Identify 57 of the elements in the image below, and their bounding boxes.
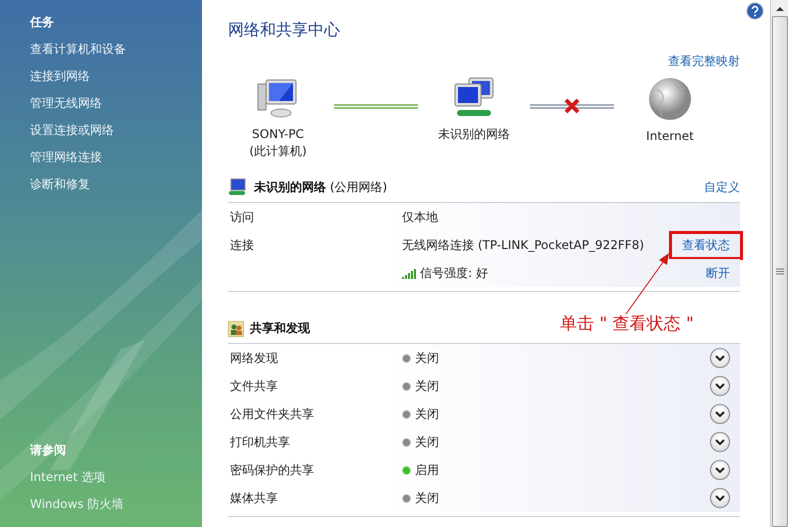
setting-value: 关闭 bbox=[415, 406, 439, 422]
customize-link[interactable]: 自定义 bbox=[704, 178, 740, 196]
expand-button[interactable] bbox=[710, 376, 730, 396]
expand-button[interactable] bbox=[710, 404, 730, 424]
chevron-down-icon bbox=[715, 438, 725, 446]
setting-label: 打印机共享 bbox=[229, 434, 291, 450]
sidebar-link[interactable]: Internet 选项 bbox=[30, 469, 202, 486]
setting-label: 密码保护的共享 bbox=[229, 462, 315, 478]
sidebar-heading: 任务 bbox=[30, 14, 55, 31]
annotation-text: 单击 " 查看状态 " bbox=[560, 313, 694, 335]
setting-value: 关闭 bbox=[415, 434, 439, 450]
expand-button[interactable] bbox=[710, 488, 730, 508]
scroll-up-icon[interactable] bbox=[776, 6, 784, 10]
sidebar-heading: 请参阅 bbox=[30, 442, 67, 459]
help-icon[interactable] bbox=[746, 2, 764, 20]
chevron-down-icon bbox=[715, 466, 725, 474]
grip-icon bbox=[776, 268, 784, 275]
row-value: 信号强度: 好 bbox=[420, 264, 488, 282]
globe-icon bbox=[647, 76, 693, 122]
signal-icon bbox=[402, 268, 416, 278]
sidebar-link[interactable]: 管理无线网络 bbox=[30, 95, 202, 112]
sidebar-link[interactable]: Windows 防火墙 bbox=[30, 496, 202, 513]
sidebar-link[interactable]: 查看计算机和设备 bbox=[30, 41, 202, 58]
setting-value: 启用 bbox=[415, 462, 439, 478]
sidebar-link[interactable]: 连接到网络 bbox=[30, 68, 202, 85]
sidebar-link[interactable]: 诊断和修复 bbox=[30, 176, 202, 193]
row-label: 访问 bbox=[229, 208, 255, 226]
section-heading: 共享和发现 bbox=[250, 320, 310, 337]
node-label: 未识别的网络 bbox=[438, 126, 510, 143]
row-link[interactable]: 断开 bbox=[706, 266, 730, 280]
row-value: 无线网络连接 (TP-LINK_PocketAP_922FF8) bbox=[402, 236, 644, 254]
expand-button[interactable] bbox=[710, 432, 730, 452]
setting-value: 关闭 bbox=[415, 350, 439, 366]
expand-button[interactable] bbox=[710, 348, 730, 368]
users-icon bbox=[228, 320, 244, 336]
row-label: 连接 bbox=[229, 236, 255, 254]
setting-value: 关闭 bbox=[415, 378, 439, 394]
chevron-down-icon bbox=[715, 382, 725, 390]
sidebar-link[interactable]: 管理网络连接 bbox=[30, 149, 202, 166]
network-icon bbox=[228, 178, 248, 196]
network-name: 未识别的网络 (公用网络) bbox=[254, 178, 388, 196]
node-label: Internet bbox=[646, 128, 694, 145]
row-link[interactable]: 查看状态 bbox=[682, 238, 730, 252]
setting-label: 网络发现 bbox=[229, 350, 279, 366]
setting-value: 关闭 bbox=[415, 490, 439, 506]
setting-label: 媒体共享 bbox=[229, 490, 279, 506]
sidebar-link[interactable]: 设置连接或网络 bbox=[30, 122, 202, 139]
row-value: 仅本地 bbox=[402, 208, 438, 226]
setting-label: 公用文件夹共享 bbox=[229, 406, 315, 422]
chevron-down-icon bbox=[715, 354, 725, 362]
page-title: 网络和共享中心 bbox=[228, 20, 341, 41]
chevron-down-icon bbox=[715, 410, 725, 418]
setting-label: 文件共享 bbox=[229, 378, 279, 394]
chevron-down-icon bbox=[715, 494, 725, 502]
expand-button[interactable] bbox=[710, 460, 730, 480]
node-label: SONY-PC (此计算机) bbox=[249, 126, 307, 160]
full-map-link[interactable]: 查看完整映射 bbox=[668, 53, 740, 70]
